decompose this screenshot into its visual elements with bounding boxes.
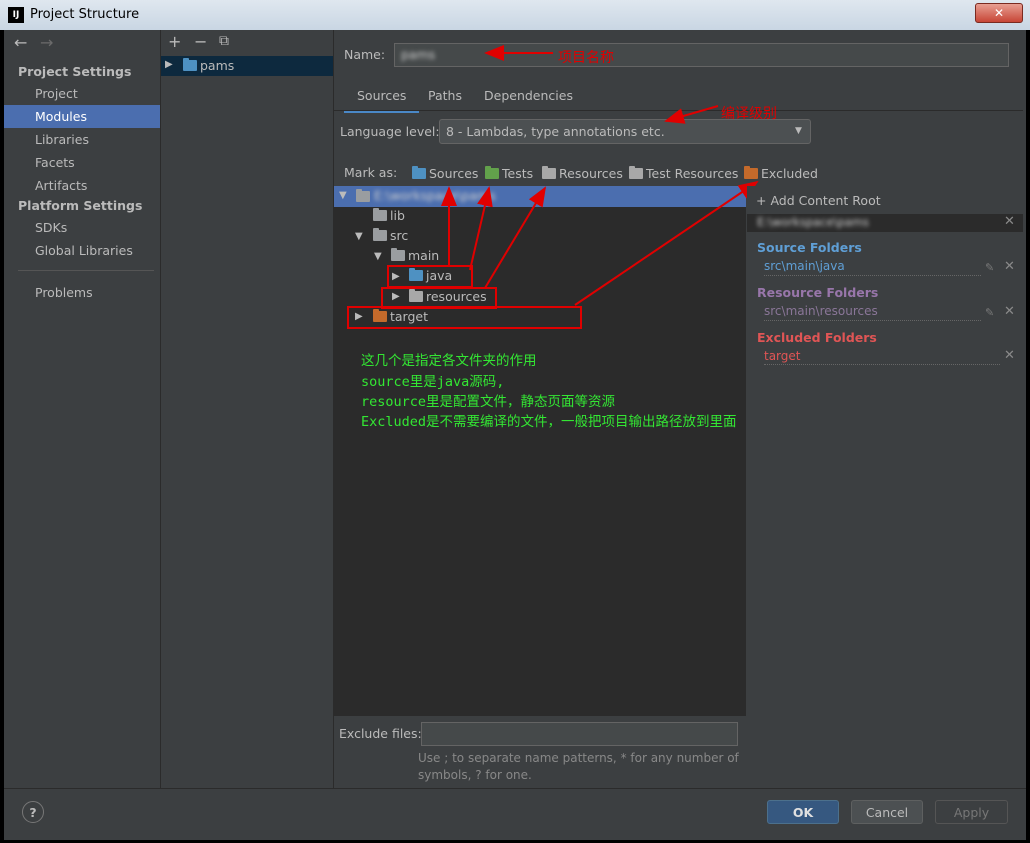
excluded-divider: [764, 364, 1000, 365]
annotation-line-4: Excluded是不需要编译的文件，一般把项目输出路径放到里面: [361, 414, 737, 430]
add-content-root-button[interactable]: + Add Content Root: [756, 193, 881, 208]
resource-folder-path: src\main\resources: [764, 304, 878, 318]
source-divider: [764, 275, 981, 276]
arrow-target-to-excluded: [574, 180, 759, 306]
exclude-files-label: Exclude files:: [339, 726, 422, 741]
content-root-path-row: E:\workspace\pams ✕: [747, 214, 1023, 232]
annotation-project-name: 项目名称: [558, 50, 614, 66]
content-root-panel: + Add Content Root E:\workspace\pams ✕ S…: [747, 186, 1023, 786]
apply-button[interactable]: Apply: [935, 800, 1008, 824]
annotation-compile-level: 编译级别: [721, 106, 777, 122]
arrow-to-language-level: [664, 105, 719, 124]
resource-divider: [764, 320, 981, 321]
annotation-line-1: 这几个是指定各文件夹的作用: [361, 353, 537, 369]
arrow-resources-to-resources: [484, 186, 547, 289]
source-folders-header: Source Folders: [757, 240, 862, 255]
close-icon[interactable]: ✕: [1004, 214, 1015, 229]
remove-icon[interactable]: ✕: [1004, 259, 1015, 274]
edit-icon[interactable]: ✎: [985, 306, 994, 319]
exclude-hint-2: symbols, ? for one.: [418, 768, 532, 782]
help-button[interactable]: ?: [22, 801, 44, 823]
cancel-button[interactable]: Cancel: [851, 800, 923, 824]
exclude-hint-1: Use ; to separate name patterns, * for a…: [418, 751, 739, 765]
arrow-java-to-tests: [469, 186, 493, 271]
exclude-files-input[interactable]: [421, 722, 738, 746]
content-root-path: E:\workspace\pams: [757, 215, 869, 229]
annotation-line-2: source里是java源码,: [361, 374, 505, 390]
ok-button[interactable]: OK: [767, 800, 839, 824]
excluded-folders-header: Excluded Folders: [757, 330, 877, 345]
annotation-line-3: resource里是配置文件，静态页面等资源: [361, 394, 616, 410]
remove-icon[interactable]: ✕: [1004, 348, 1015, 363]
resource-folders-header: Resource Folders: [757, 285, 879, 300]
source-folder-path: src\main\java: [764, 259, 845, 273]
edit-icon[interactable]: ✎: [985, 261, 994, 274]
remove-icon[interactable]: ✕: [1004, 304, 1015, 319]
excluded-folder-path: target: [764, 349, 801, 363]
